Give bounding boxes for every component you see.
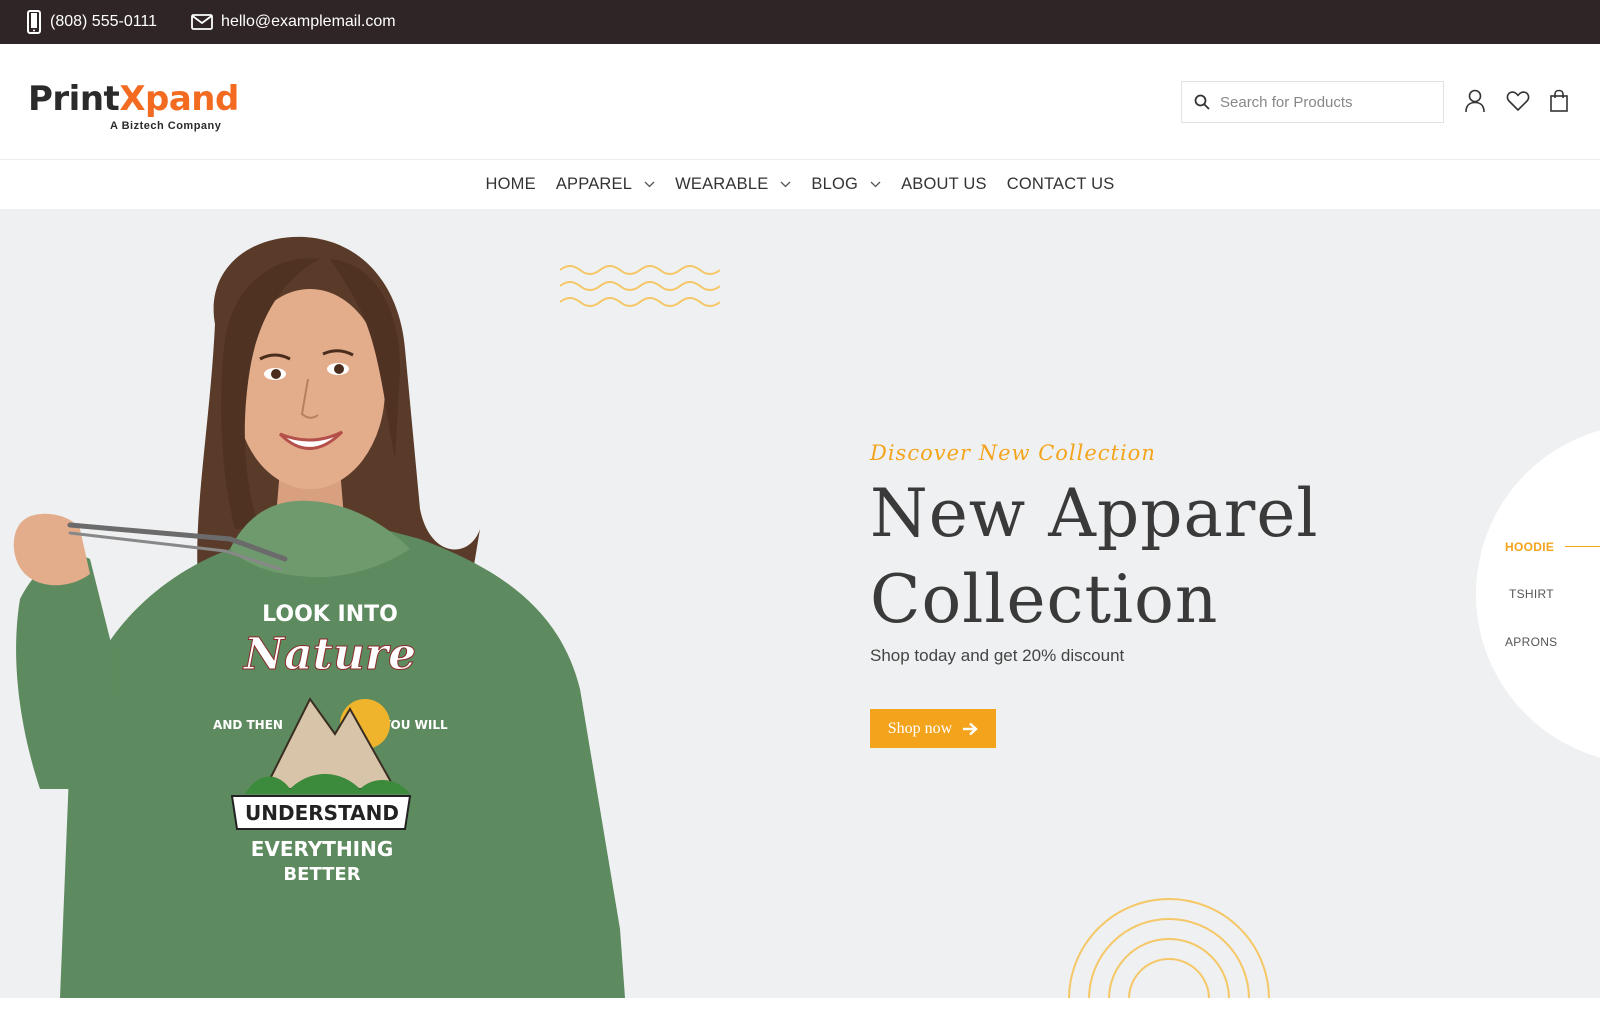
contact-topbar: (808) 555-0111 hello@examplemail.com	[0, 0, 1600, 44]
nav-item-home[interactable]: HOME	[486, 175, 536, 194]
model-hoodie-image: LOOK INTO Nature AND THEN YOU WILL UNDER…	[13, 236, 625, 998]
shop-now-button[interactable]: Shop now	[870, 709, 996, 748]
nav-item-blog[interactable]: BLOG	[811, 175, 881, 194]
email-contact[interactable]: hello@examplemail.com	[191, 13, 396, 31]
nav-item-label: BLOG	[811, 175, 859, 193]
print-line6: BETTER	[283, 864, 360, 885]
hero-headline-line1: New Apparel	[870, 475, 1319, 552]
print-line2: Nature	[242, 629, 416, 680]
account-button[interactable]	[1461, 87, 1489, 115]
nav-item-label: HOME	[485, 175, 536, 193]
phone-contact[interactable]: (808) 555-0111	[26, 10, 157, 34]
hero-headline-line2: Collection	[870, 561, 1219, 638]
nav-item-apparel[interactable]: APPAREL	[556, 175, 655, 194]
print-right: YOU WILL	[381, 718, 448, 732]
search-box[interactable]	[1181, 81, 1444, 123]
user-icon	[1465, 89, 1485, 113]
print-line5: EVERYTHING	[251, 837, 394, 861]
hero-subtext: Shop today and get 20% discount	[870, 646, 1125, 665]
cart-button[interactable]	[1545, 87, 1573, 115]
active-category-indicator	[1565, 546, 1600, 547]
site-logo[interactable]: PrintXpand A Biztech Company	[28, 79, 239, 140]
phone-icon	[27, 10, 41, 34]
mail-icon	[191, 14, 213, 30]
main-navigation: HOME APPAREL WEARABLE BLOG ABOUT US CONT…	[0, 160, 1600, 209]
wishlist-button[interactable]	[1504, 87, 1532, 115]
search-input[interactable]	[1220, 93, 1430, 111]
chevron-down-icon	[644, 181, 655, 188]
search-icon[interactable]	[1194, 94, 1210, 110]
shop-now-label: Shop now	[887, 719, 953, 737]
logo-text-print: Print	[28, 79, 120, 119]
nav-item-wearable[interactable]: WEARABLE	[675, 175, 791, 194]
print-left: AND THEN	[213, 718, 283, 732]
hero-eyebrow: Discover New Collection	[870, 441, 1156, 465]
arrow-right-icon	[963, 722, 978, 735]
site-header: PrintXpand A Biztech Company	[0, 44, 1600, 160]
category-hoodie[interactable]: HOODIE	[1505, 540, 1554, 554]
shopping-bag-icon	[1550, 89, 1568, 112]
hero-banner: LOOK INTO Nature AND THEN YOU WILL UNDER…	[0, 209, 1600, 998]
page-below-fold	[0, 998, 1600, 1022]
chevron-down-icon	[780, 181, 791, 188]
print-banner: UNDERSTAND	[245, 801, 399, 825]
category-tshirt[interactable]: TSHIRT	[1509, 587, 1554, 601]
email-address[interactable]: hello@examplemail.com	[221, 13, 396, 31]
hero-headline: New Apparel Collection	[870, 471, 1430, 643]
nav-item-contact-us[interactable]: CONTACT US	[1007, 175, 1115, 194]
logo-text-xpand: Xpand	[119, 79, 239, 119]
nav-item-label: CONTACT US	[1006, 175, 1115, 193]
category-aprons[interactable]: APRONS	[1505, 635, 1557, 649]
chevron-down-icon	[870, 181, 881, 188]
nav-item-label: WEARABLE	[675, 175, 769, 193]
nav-item-label: APPAREL	[555, 175, 633, 193]
heart-icon	[1506, 91, 1530, 111]
phone-number[interactable]: (808) 555-0111	[50, 13, 157, 31]
print-line1: LOOK INTO	[262, 602, 398, 627]
nav-item-about-us[interactable]: ABOUT US	[901, 175, 987, 194]
logo-tagline: A Biztech Company	[110, 120, 222, 132]
concentric-arcs-decoration	[1068, 898, 1270, 998]
nav-item-label: ABOUT US	[901, 175, 987, 193]
